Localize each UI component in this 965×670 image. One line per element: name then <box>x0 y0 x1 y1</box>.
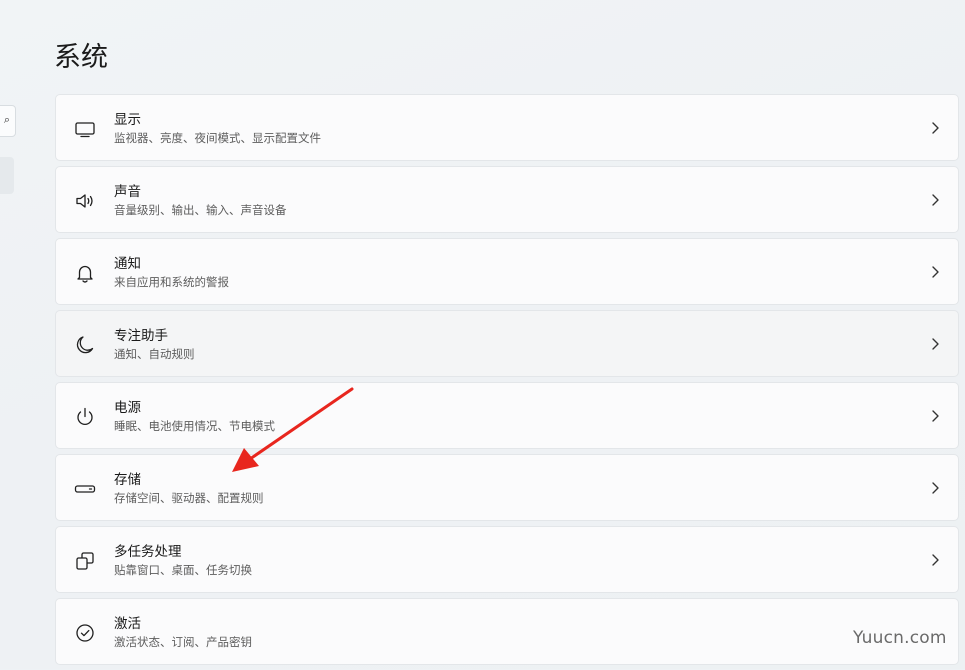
chevron-right-icon <box>928 552 942 568</box>
settings-item-storage[interactable]: 存储 存储空间、驱动器、配置规则 <box>55 454 959 521</box>
page-title: 系统 <box>54 42 108 74</box>
check-circle-icon <box>73 621 97 645</box>
speaker-icon <box>73 189 97 213</box>
settings-item-sound[interactable]: 声音 音量级别、输出、输入、声音设备 <box>55 166 959 233</box>
settings-item-subtitle: 来自应用和系统的警报 <box>114 275 229 289</box>
settings-item-subtitle: 通知、自动规则 <box>114 347 195 361</box>
settings-item-notifications[interactable]: 通知 来自应用和系统的警报 <box>55 238 959 305</box>
nav-selected-item-edge[interactable] <box>0 157 14 194</box>
settings-item-power[interactable]: 电源 睡眠、电池使用情况、节电模式 <box>55 382 959 449</box>
moon-icon <box>73 333 97 357</box>
chevron-right-icon <box>928 120 942 136</box>
power-icon <box>73 405 97 429</box>
chevron-right-icon <box>928 480 942 496</box>
chevron-right-icon <box>928 192 942 208</box>
settings-list: 显示 监视器、亮度、夜间模式、显示配置文件 声音 音量级别、输出、输入、声音设备… <box>55 94 959 670</box>
settings-item-subtitle: 睡眠、电池使用情况、节电模式 <box>114 419 275 433</box>
settings-item-title: 专注助手 <box>114 328 168 344</box>
multitask-icon <box>73 549 97 573</box>
settings-item-title: 声音 <box>114 184 141 200</box>
settings-item-focus-assist[interactable]: 专注助手 通知、自动规则 <box>55 310 959 377</box>
bell-icon <box>73 261 97 285</box>
monitor-icon <box>73 117 97 141</box>
search-icon: ⌕ <box>3 113 10 126</box>
watermark-text: Yuucn.com <box>853 628 947 648</box>
chevron-right-icon <box>928 408 942 424</box>
settings-item-title: 存储 <box>114 472 141 488</box>
settings-item-activation[interactable]: 激活 激活状态、订阅、产品密钥 <box>55 598 959 665</box>
settings-item-title: 多任务处理 <box>114 544 182 560</box>
settings-item-subtitle: 音量级别、输出、输入、声音设备 <box>114 203 287 217</box>
settings-item-display[interactable]: 显示 监视器、亮度、夜间模式、显示配置文件 <box>55 94 959 161</box>
settings-item-title: 显示 <box>114 112 141 128</box>
settings-item-multitasking[interactable]: 多任务处理 贴靠窗口、桌面、任务切换 <box>55 526 959 593</box>
settings-item-subtitle: 激活状态、订阅、产品密钥 <box>114 635 252 649</box>
chevron-right-icon <box>928 264 942 280</box>
settings-item-subtitle: 监视器、亮度、夜间模式、显示配置文件 <box>114 131 321 145</box>
settings-item-title: 电源 <box>114 400 141 416</box>
settings-item-title: 激活 <box>114 616 141 632</box>
nav-search-box-edge[interactable]: ⌕ <box>0 105 16 137</box>
settings-item-subtitle: 存储空间、驱动器、配置规则 <box>114 491 264 505</box>
chevron-right-icon <box>928 336 942 352</box>
settings-item-title: 通知 <box>114 256 141 272</box>
settings-item-subtitle: 贴靠窗口、桌面、任务切换 <box>114 563 252 577</box>
drive-icon <box>73 477 97 501</box>
